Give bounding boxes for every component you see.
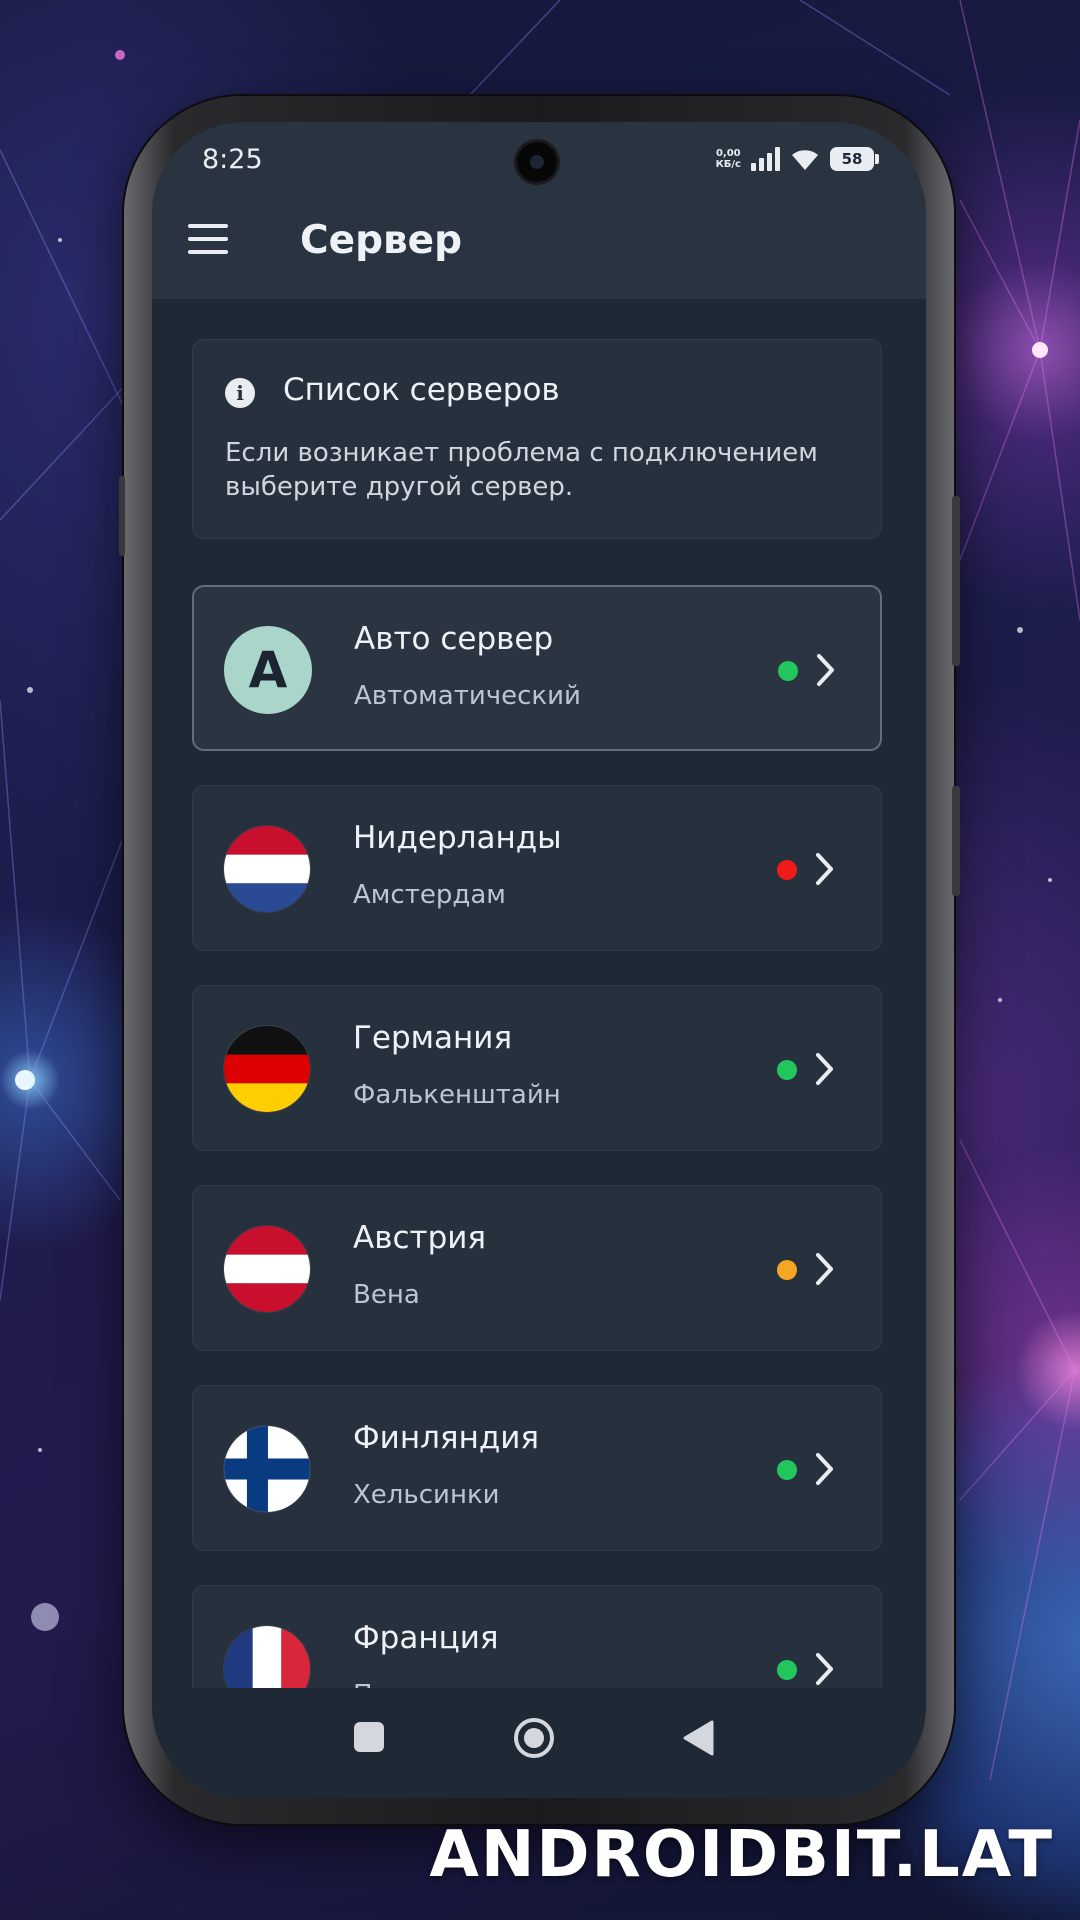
chevron-right-icon <box>816 853 833 885</box>
info-card-title: Список серверов <box>283 372 560 408</box>
triangle-back-icon[interactable] <box>682 1720 716 1756</box>
server-name: Финляндия <box>353 1420 540 1456</box>
server-item-netherlands[interactable]: Нидерланды Амстердам <box>192 785 882 951</box>
watermark: ANDROIDBIT.LAT <box>429 1818 1054 1892</box>
server-city: Хельсинки <box>353 1480 500 1510</box>
server-name: Нидерланды <box>353 820 562 856</box>
finland-flag-icon <box>223 1425 311 1513</box>
system-nav-bar <box>152 1688 926 1798</box>
server-item-austria[interactable]: Австрия Вена <box>192 1185 882 1351</box>
server-name: Авто сервер <box>354 621 554 657</box>
square-icon[interactable] <box>354 1722 384 1752</box>
server-city: Вена <box>353 1280 420 1310</box>
auto-server-badge: A <box>224 626 312 714</box>
volume-button <box>952 496 960 666</box>
phone-screen: 8:25 0,00 КБ/с 58 Сервер i Список сервер… <box>152 122 926 1798</box>
server-city: Фалькенштайн <box>353 1080 561 1110</box>
phone-left-button <box>119 476 125 556</box>
info-card-text: Если возникает проблема с подключением в… <box>225 438 818 502</box>
chevron-right-icon <box>816 1453 833 1485</box>
status-dot <box>777 1060 797 1080</box>
network-speed: 0,00 КБ/с <box>716 148 741 170</box>
chevron-right-icon <box>816 1653 833 1685</box>
status-dot <box>777 1660 797 1680</box>
network-speed-value: 0,00 <box>715 148 741 159</box>
server-item-finland[interactable]: Финляндия Хельсинки <box>192 1385 882 1551</box>
signal-icon <box>751 147 780 171</box>
server-city: Амстердам <box>353 880 506 910</box>
info-icon: i <box>225 378 255 408</box>
germany-flag-icon <box>223 1025 311 1113</box>
netherlands-flag-icon <box>223 825 311 913</box>
server-name: Германия <box>353 1020 513 1056</box>
chevron-right-icon <box>817 654 834 686</box>
page-title: Сервер <box>300 218 463 263</box>
chevron-right-icon <box>816 1253 833 1285</box>
status-dot <box>777 1460 797 1480</box>
power-button <box>952 786 960 896</box>
front-camera <box>517 142 557 182</box>
server-item-auto[interactable]: A Авто сервер Автоматический <box>192 585 882 751</box>
status-dot <box>777 860 797 880</box>
chevron-right-icon <box>816 1053 833 1085</box>
app-bar: 8:25 0,00 КБ/с 58 Сервер <box>152 122 926 299</box>
circle-home-icon[interactable] <box>514 1718 554 1758</box>
menu-icon[interactable] <box>188 224 230 256</box>
status-dot <box>778 661 798 681</box>
austria-flag-icon <box>223 1225 311 1313</box>
server-name: Австрия <box>353 1220 487 1256</box>
server-name: Франция <box>353 1620 499 1656</box>
status-dot <box>777 1260 797 1280</box>
status-icons: 0,00 КБ/с 58 <box>716 144 879 174</box>
server-item-germany[interactable]: Германия Фалькенштайн <box>192 985 882 1151</box>
server-city: Автоматический <box>354 681 581 711</box>
network-speed-unit: КБ/с <box>715 159 741 170</box>
status-time: 8:25 <box>202 144 263 175</box>
wifi-icon <box>792 150 818 170</box>
battery-icon: 58 <box>830 147 879 171</box>
info-card: i Список серверов Если возникает проблем… <box>192 339 882 539</box>
phone-frame: 8:25 0,00 КБ/с 58 Сервер i Список сервер… <box>119 96 960 1824</box>
